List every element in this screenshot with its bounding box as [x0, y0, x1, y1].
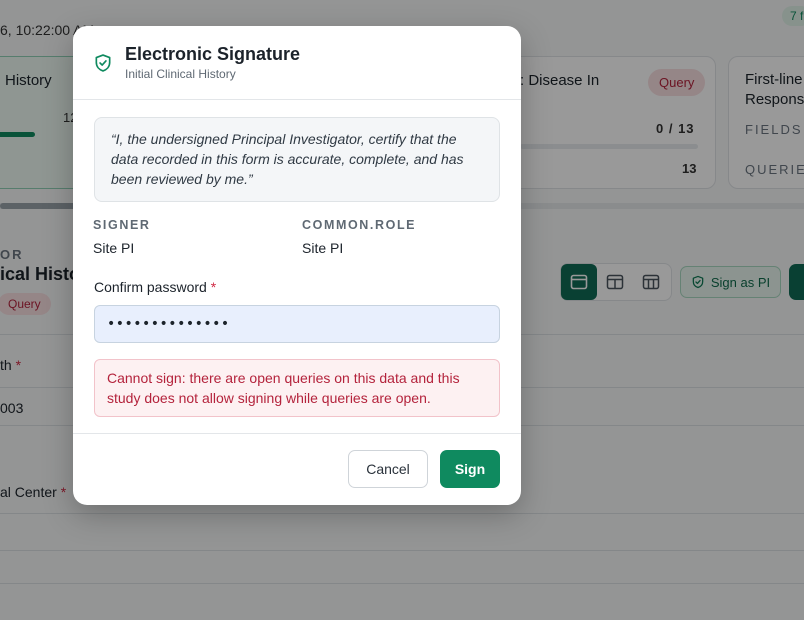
password-label: Confirm password * [94, 279, 217, 295]
error-message: Cannot sign: there are open queries on t… [94, 359, 500, 417]
signer-value: Site PI [93, 240, 135, 256]
required-marker: * [210, 279, 217, 295]
dialog-subtitle: Initial Clinical History [125, 67, 236, 81]
shield-check-icon [95, 54, 111, 72]
dialog-title: Electronic Signature [125, 44, 301, 64]
dialog-footer-divider [73, 433, 521, 434]
certification-statement: “I, the undersigned Principal Investigat… [94, 117, 500, 202]
signer-label: SIGNER [93, 218, 151, 232]
role-label: COMMON.ROLE [302, 218, 417, 232]
sign-button[interactable]: Sign [440, 450, 500, 488]
password-input[interactable] [94, 305, 500, 343]
dialog-header: Electronic Signature Initial Clinical Hi… [73, 26, 521, 100]
role-value: Site PI [302, 240, 344, 256]
signature-dialog: Electronic Signature Initial Clinical Hi… [73, 26, 521, 505]
cancel-button[interactable]: Cancel [348, 450, 428, 488]
